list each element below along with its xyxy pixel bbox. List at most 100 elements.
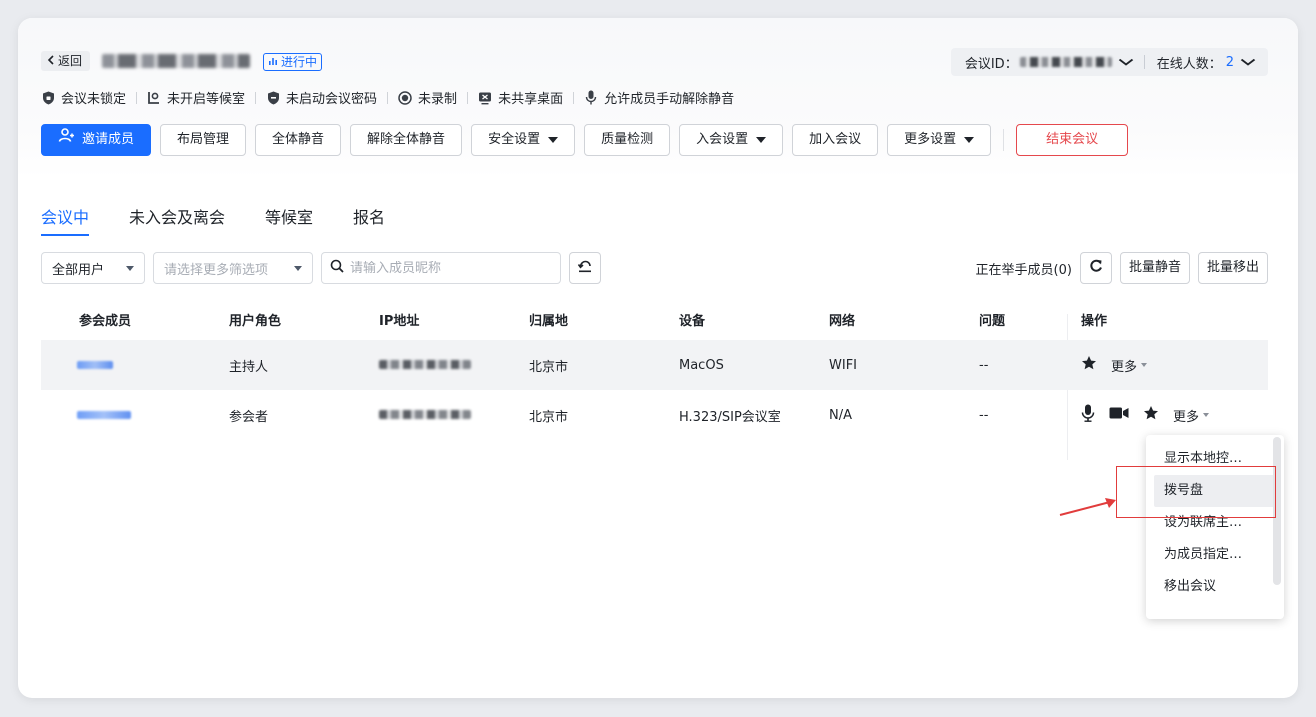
row-actions: 更多 — [1081, 355, 1148, 375]
unmute-all-button[interactable]: 解除全体静音 — [350, 124, 463, 156]
user-type-select[interactable]: 全部用户 — [41, 252, 145, 284]
quality-check-button[interactable]: 质量检测 — [584, 124, 671, 156]
chevron-down-icon[interactable] — [1240, 55, 1256, 69]
issue-cell: -- — [979, 407, 989, 423]
star-icon[interactable] — [1143, 405, 1159, 425]
status-waiting-room: 未开启等候室 — [147, 88, 245, 107]
row-actions: 更多 — [1081, 404, 1210, 426]
ip-redacted — [379, 408, 471, 423]
status-record: 未录制 — [398, 88, 457, 107]
column-header: 参会成员 — [79, 313, 132, 329]
member-tabs: 会议中 未入会及离会 等候室 报名 — [41, 204, 385, 236]
tab-in-meeting[interactable]: 会议中 — [41, 204, 90, 236]
meeting-info-bar: 会议ID： 在线人数： 2 — [950, 48, 1268, 76]
mute-all-button[interactable]: 全体静音 — [255, 124, 342, 156]
caret-down-icon — [756, 137, 767, 143]
invite-members-button[interactable]: 邀请成员 — [41, 124, 152, 156]
member-name-redacted — [77, 358, 113, 373]
chevron-down-icon[interactable] — [1118, 55, 1134, 69]
more-actions-menu: 显示本地控… 拨号盘 设为联席主… 为成员指定… 移出会议 — [1146, 435, 1284, 619]
role-cell: 参会者 — [229, 409, 269, 425]
meeting-status-bar: 会议未锁定 未开启等候室 未启动会议密码 未录制 未共享桌面 允许成员手动解除静… — [41, 88, 734, 107]
member-name-redacted — [77, 408, 131, 423]
annotation-arrow-icon — [1059, 498, 1116, 516]
divider — [387, 91, 389, 104]
screen-share-icon — [478, 91, 492, 105]
divider — [467, 91, 469, 104]
security-settings-button[interactable]: 安全设置 — [471, 124, 576, 156]
join-settings-button[interactable]: 入会设置 — [679, 124, 784, 156]
tab-waiting-room[interactable]: 等候室 — [265, 204, 313, 236]
tab-registration[interactable]: 报名 — [353, 204, 385, 236]
camera-icon[interactable] — [1109, 406, 1129, 424]
member-search[interactable] — [321, 252, 561, 284]
record-icon — [398, 90, 412, 105]
caret-down-icon — [1203, 413, 1210, 417]
column-header: 问题 — [979, 313, 1006, 329]
more-actions-link[interactable]: 更多 — [1111, 356, 1148, 375]
caret-down-icon — [964, 137, 975, 143]
divider — [1143, 55, 1145, 69]
online-count-label: 在线人数： — [1156, 56, 1222, 72]
more-settings-button[interactable]: 更多设置 — [887, 124, 992, 156]
column-header: 网络 — [829, 313, 856, 329]
meeting-toolbar: 邀请成员 布局管理 全体静音 解除全体静音 安全设置 质量检测 入会设置 加入会… — [41, 124, 1129, 156]
batch-remove-button[interactable]: 批量移出 — [1197, 252, 1268, 284]
caret-down-icon — [548, 137, 559, 143]
table-header: 参会成员 用户角色 IP地址 归属地 设备 网络 问题 操作 — [41, 298, 1268, 340]
column-header: 操作 — [1081, 313, 1108, 329]
refresh-button[interactable] — [1079, 252, 1112, 284]
member-table: 参会成员 用户角色 IP地址 归属地 设备 网络 问题 操作 主持人 北京市 M… — [41, 298, 1268, 460]
waiting-room-icon — [147, 91, 161, 105]
online-count-value: 2 — [1225, 54, 1234, 70]
annotation-highlight-box — [1116, 466, 1276, 518]
password-shield-icon — [266, 91, 280, 105]
meeting-title-redacted — [102, 54, 250, 68]
status-share: 未共享桌面 — [478, 88, 563, 107]
menu-item-remove-from-meeting[interactable]: 移出会议 — [1146, 571, 1284, 603]
caret-down-icon — [1141, 363, 1148, 367]
status-lock: 会议未锁定 — [41, 88, 126, 107]
ip-redacted — [379, 358, 471, 373]
meeting-management-window: 返回 进行中 会议ID： 在线人数： 2 会议未锁定 未开启等候室 未启动会议密… — [18, 18, 1298, 698]
divider — [573, 91, 575, 104]
layout-management-button[interactable]: 布局管理 — [160, 124, 247, 156]
batch-actions: 正在举手成员(0) 批量静音 批量移出 — [976, 252, 1268, 284]
meeting-id-redacted — [1019, 57, 1112, 67]
table-row[interactable]: 主持人 北京市 MacOS WIFI -- 更多 — [41, 340, 1268, 390]
network-cell: N/A — [829, 407, 852, 423]
end-meeting-button[interactable]: 结束会议 — [1016, 124, 1129, 156]
microphone-icon[interactable] — [1081, 404, 1095, 426]
column-header: IP地址 — [379, 313, 420, 329]
shield-icon — [41, 91, 55, 105]
refresh-icon — [1089, 259, 1103, 277]
batch-mute-button[interactable]: 批量静音 — [1119, 252, 1190, 284]
device-cell: MacOS — [679, 357, 724, 373]
network-cell: WIFI — [829, 357, 857, 373]
issue-cell: -- — [979, 357, 989, 373]
more-filters-select[interactable]: 请选择更多筛选项 — [153, 252, 313, 284]
reset-filters-button[interactable] — [569, 252, 601, 284]
reset-icon — [577, 259, 593, 277]
meeting-id-label: 会议ID： — [964, 56, 1018, 72]
more-actions-link[interactable]: 更多 — [1173, 406, 1210, 425]
table-row[interactable]: 参会者 北京市 H.323/SIP会议室 N/A -- 更多 — [41, 390, 1268, 440]
column-header: 设备 — [679, 313, 706, 329]
join-meeting-button[interactable]: 加入会议 — [792, 124, 879, 156]
caret-down-icon — [294, 265, 302, 271]
microphone-icon — [584, 90, 598, 105]
star-icon[interactable] — [1081, 355, 1097, 375]
divider — [255, 91, 257, 104]
back-button[interactable]: 返回 — [41, 51, 91, 71]
device-cell: H.323/SIP会议室 — [679, 409, 781, 425]
role-cell: 主持人 — [229, 359, 269, 375]
location-cell: 北京市 — [529, 409, 569, 425]
divider — [136, 91, 138, 104]
search-input[interactable] — [350, 260, 550, 276]
tab-not-joined[interactable]: 未入会及离会 — [129, 204, 225, 236]
bar-chart-icon — [268, 54, 278, 70]
status-password: 未启动会议密码 — [266, 88, 377, 107]
filter-row: 全部用户 请选择更多筛选项 — [41, 252, 601, 284]
back-label: 返回 — [58, 54, 83, 68]
menu-item-assign-member[interactable]: 为成员指定… — [1146, 539, 1284, 571]
